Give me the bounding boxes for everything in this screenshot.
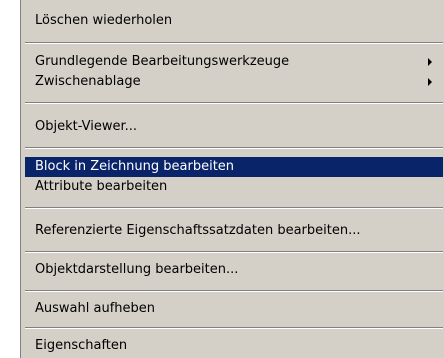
menu-separator bbox=[25, 42, 443, 44]
menu-separator bbox=[25, 290, 443, 292]
menu-item-label: Referenzierte Eigenschaftssatzdaten bear… bbox=[35, 223, 361, 238]
menu-item-objektdarstellung-bearbeiten[interactable]: Objektdarstellung bearbeiten... bbox=[25, 260, 443, 280]
menu-item-label: Löschen wiederholen bbox=[35, 13, 173, 28]
menu-item-label: Objekt-Viewer... bbox=[35, 119, 138, 134]
menu-item-label: Eigenschaften bbox=[35, 338, 128, 353]
submenu-arrow-icon bbox=[425, 52, 435, 72]
menu-item-objekt-viewer[interactable]: Objekt-Viewer... bbox=[25, 117, 443, 137]
menu-item-grundlegende-bearbeitungswerkzeuge[interactable]: Grundlegende Bearbeitungswerkzeuge bbox=[25, 52, 443, 72]
menu-item-referenzierte-eigenschaftssatzdaten-bearbeiten[interactable]: Referenzierte Eigenschaftssatzdaten bear… bbox=[25, 221, 443, 241]
menu-item-auswahl-aufheben[interactable]: Auswahl aufheben bbox=[25, 299, 443, 319]
menu-separator bbox=[25, 207, 443, 209]
menu-separator bbox=[25, 327, 443, 329]
menu-item-loeschen-wiederholen[interactable]: Löschen wiederholen bbox=[25, 11, 443, 31]
submenu-arrow-icon bbox=[425, 72, 435, 92]
menu-separator bbox=[25, 251, 443, 253]
menu-item-label: Grundlegende Bearbeitungswerkzeuge bbox=[35, 54, 290, 69]
context-menu: Löschen wiederholen Grundlegende Bearbei… bbox=[20, 0, 444, 358]
menu-item-label: Objektdarstellung bearbeiten... bbox=[35, 262, 239, 277]
menu-item-attribute-bearbeiten[interactable]: Attribute bearbeiten bbox=[25, 177, 443, 197]
menu-item-zwischenablage[interactable]: Zwischenablage bbox=[25, 72, 443, 92]
menu-separator bbox=[25, 102, 443, 104]
menu-item-label: Auswahl aufheben bbox=[35, 301, 155, 316]
menu-item-label: Zwischenablage bbox=[35, 74, 141, 89]
menu-item-block-in-zeichnung-bearbeiten[interactable]: Block in Zeichnung bearbeiten bbox=[25, 157, 443, 177]
menu-item-label: Block in Zeichnung bearbeiten bbox=[35, 159, 235, 174]
menu-item-eigenschaften[interactable]: Eigenschaften bbox=[25, 336, 443, 356]
menu-separator bbox=[25, 147, 443, 149]
menu-item-label: Attribute bearbeiten bbox=[35, 179, 168, 194]
